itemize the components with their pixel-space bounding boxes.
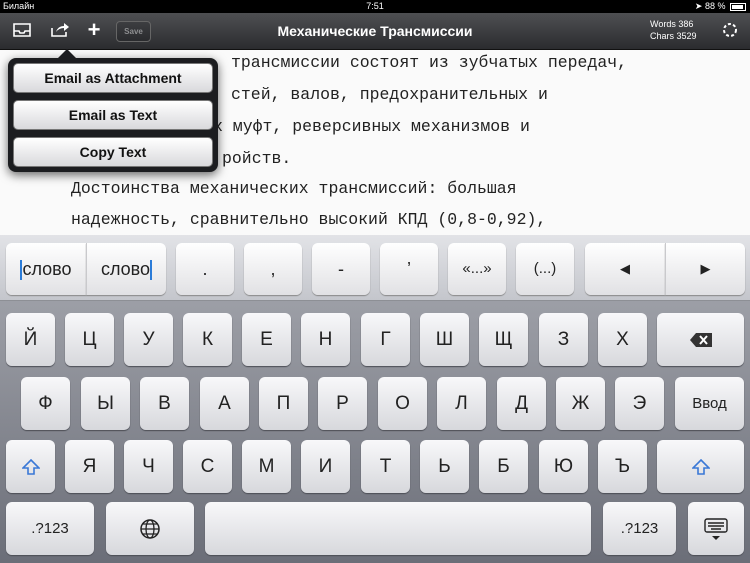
- word-suggestion-left[interactable]: слово: [6, 243, 86, 295]
- clock: 7:51: [366, 1, 384, 11]
- keyboard-dismiss-icon: [704, 518, 728, 540]
- key-Д[interactable]: Д: [497, 377, 546, 430]
- hide-keyboard-key[interactable]: [688, 502, 744, 555]
- shift-key-right[interactable]: [657, 440, 744, 493]
- share-popover: Email as Attachment Email as Text Copy T…: [8, 49, 218, 172]
- copy-text-button[interactable]: Copy Text: [13, 137, 213, 167]
- status-bar: Билайн 7:51 ➤ 88 %: [0, 0, 750, 13]
- key-Щ[interactable]: Щ: [479, 313, 528, 366]
- cursor-left-key[interactable]: ◀: [585, 243, 665, 295]
- key-Х[interactable]: Х: [598, 313, 647, 366]
- text-line: х муфт, реверсивных механизмов и: [213, 117, 530, 136]
- text-line: Достоинства механических трансмиссий: бо…: [71, 179, 517, 198]
- settings-icon[interactable]: [718, 18, 742, 42]
- document-title: Механические Трансмиссии: [277, 23, 473, 39]
- key-К[interactable]: К: [183, 313, 232, 366]
- word-suggestion-label: слово: [100, 259, 151, 279]
- key-Н[interactable]: Н: [301, 313, 350, 366]
- key-М[interactable]: М: [242, 440, 291, 493]
- enter-key[interactable]: Ввод: [675, 377, 744, 430]
- key-Ъ[interactable]: Ъ: [598, 440, 647, 493]
- text-line: стей, валов, предохранительных и: [231, 85, 548, 104]
- email-text-button[interactable]: Email as Text: [13, 100, 213, 130]
- cursor-marker: [150, 260, 153, 281]
- document-stats: Words 386 Chars 3529: [650, 18, 697, 42]
- keyboard: слово слово . , - ’ «...» (...) ◀ ▶ Й Ц …: [0, 235, 750, 563]
- popover-arrow: [58, 49, 76, 58]
- toolbar: Механические Трансмиссии + Save Words 38…: [0, 13, 750, 50]
- shift-key-left[interactable]: [6, 440, 55, 493]
- save-button[interactable]: Save: [116, 21, 151, 42]
- key-И[interactable]: И: [301, 440, 350, 493]
- key-Е[interactable]: Е: [242, 313, 291, 366]
- key-У[interactable]: У: [124, 313, 173, 366]
- text-line: надежность, сравнительно высокий КПД (0,…: [71, 210, 547, 229]
- backspace-key[interactable]: [657, 313, 744, 366]
- text-line: трансмиссии состоят из зубчатых передач,: [231, 53, 628, 72]
- key-Б[interactable]: Б: [479, 440, 528, 493]
- key-Ы[interactable]: Ы: [81, 377, 130, 430]
- space-key[interactable]: [205, 502, 591, 555]
- apostrophe-key[interactable]: ’: [380, 243, 438, 295]
- battery-status: ➤ 88 %: [695, 0, 746, 13]
- cursor-right-key[interactable]: ▶: [665, 243, 745, 295]
- char-count: Chars 3529: [650, 31, 697, 41]
- location-icon: ➤: [694, 1, 703, 11]
- key-Г[interactable]: Г: [361, 313, 410, 366]
- globe-key[interactable]: [106, 502, 194, 555]
- suggestion-bar: слово слово . , - ’ «...» (...) ◀ ▶: [0, 235, 750, 301]
- text-line: ройств.: [222, 149, 292, 168]
- word-suggestion-right[interactable]: слово: [86, 243, 166, 295]
- word-suggestion-label: слово: [22, 259, 72, 279]
- key-Ц[interactable]: Ц: [65, 313, 114, 366]
- battery-percent: 88 %: [704, 1, 726, 11]
- quotes-key[interactable]: «...»: [448, 243, 506, 295]
- key-В[interactable]: В: [140, 377, 189, 430]
- key-Ч[interactable]: Ч: [124, 440, 173, 493]
- key-Ж[interactable]: Ж: [556, 377, 605, 430]
- delete-icon: [689, 332, 712, 347]
- globe-icon: [140, 519, 160, 539]
- key-П[interactable]: П: [259, 377, 308, 430]
- key-Э[interactable]: Э: [615, 377, 664, 430]
- key-Ф[interactable]: Ф: [21, 377, 70, 430]
- comma-key[interactable]: ,: [244, 243, 302, 295]
- key-З[interactable]: З: [539, 313, 588, 366]
- key-Й[interactable]: Й: [6, 313, 55, 366]
- shift-icon: [690, 458, 711, 475]
- dash-key[interactable]: -: [312, 243, 370, 295]
- inbox-icon[interactable]: [10, 18, 34, 42]
- key-Я[interactable]: Я: [65, 440, 114, 493]
- shift-icon: [20, 458, 41, 475]
- add-icon[interactable]: +: [82, 18, 106, 42]
- parens-key[interactable]: (...): [516, 243, 574, 295]
- battery-icon: [730, 2, 746, 11]
- period-key[interactable]: .: [176, 243, 234, 295]
- numbers-key[interactable]: .?123: [6, 502, 94, 555]
- key-Л[interactable]: Л: [437, 377, 486, 430]
- key-О[interactable]: О: [378, 377, 427, 430]
- word-count: Words 386: [650, 19, 694, 29]
- key-Ю[interactable]: Ю: [539, 440, 588, 493]
- key-Ш[interactable]: Ш: [420, 313, 469, 366]
- share-icon[interactable]: [48, 18, 72, 42]
- email-attachment-button[interactable]: Email as Attachment: [13, 63, 213, 93]
- numbers-key-right[interactable]: .?123: [603, 502, 676, 555]
- key-Ь[interactable]: Ь: [420, 440, 469, 493]
- key-С[interactable]: С: [183, 440, 232, 493]
- key-А[interactable]: А: [200, 377, 249, 430]
- key-Т[interactable]: Т: [361, 440, 410, 493]
- key-Р[interactable]: Р: [318, 377, 367, 430]
